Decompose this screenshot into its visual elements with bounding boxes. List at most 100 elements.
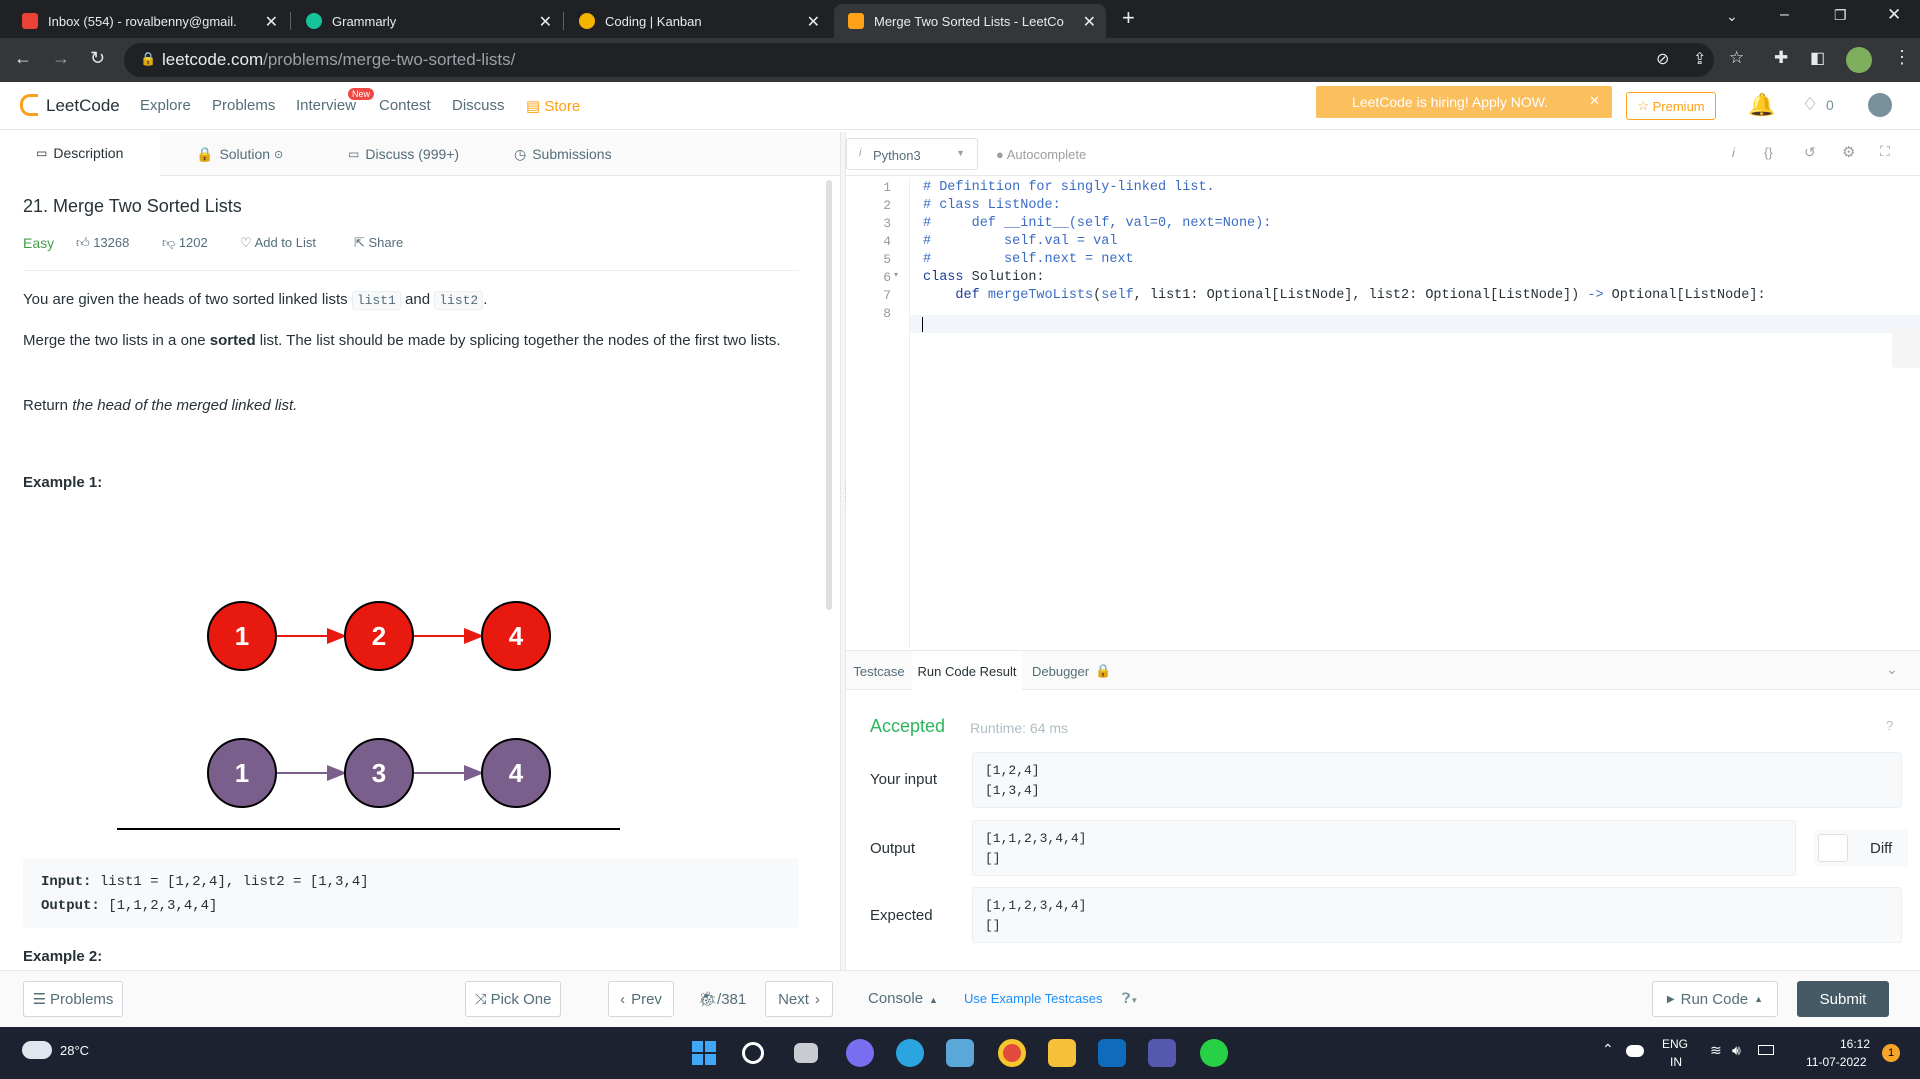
browser-tab-gmail[interactable]: Inbox (554) - rovalbenny@gmail. ✕ (8, 4, 288, 38)
close-icon[interactable]: ✕ (1083, 12, 1096, 32)
edge-icon[interactable] (896, 1039, 924, 1067)
outlook-icon[interactable] (1098, 1039, 1126, 1067)
share-icon[interactable]: ⇪ (1693, 49, 1706, 69)
like-button[interactable]: 👍︎ 13268 (76, 235, 129, 251)
submit-button[interactable]: Submit (1797, 981, 1889, 1017)
nav-contest[interactable]: Contest (379, 97, 431, 114)
tab-testcase[interactable]: Testcase (846, 651, 912, 691)
volume-icon[interactable]: 🔊︎ (1732, 1042, 1741, 1059)
reset-icon[interactable]: ↺ (1804, 144, 1816, 161)
share-button[interactable]: ⇱ Share (354, 235, 403, 251)
run-code-button[interactable]: ▶ Run Code ▲ (1652, 981, 1778, 1017)
nav-problems[interactable]: Problems (212, 97, 275, 114)
eye-slash-icon[interactable]: ⊘ (1656, 49, 1669, 69)
tab-solution[interactable]: 🔒 Solution ⊙ (196, 132, 316, 176)
wifi-icon[interactable]: ≋ (1710, 1042, 1722, 1059)
clock-date[interactable]: 11-07-2022 (1806, 1055, 1867, 1069)
expected-box[interactable]: [1,1,2,3,4,4] [] (972, 887, 1902, 943)
extensions-icon[interactable]: ✚ (1774, 48, 1788, 68)
use-example-testcases-link[interactable]: Use Example Testcases (964, 991, 1103, 1006)
close-icon[interactable]: ✕ (265, 12, 278, 32)
browser-tab-leetcode[interactable]: Merge Two Sorted Lists - LeetCo ✕ (834, 4, 1106, 38)
premium-button[interactable]: ☆ Premium (1626, 92, 1716, 120)
nav-interview[interactable]: Interview (296, 97, 356, 114)
close-window-icon[interactable]: ✕ (1887, 5, 1901, 25)
chrome-icon[interactable] (998, 1039, 1026, 1067)
tab-submissions[interactable]: ◷ Submissions (514, 132, 654, 176)
page-indicator[interactable]: 🐞︎/381 (698, 990, 746, 1008)
photos-icon[interactable] (946, 1039, 974, 1067)
reload-icon[interactable]: ↻ (90, 48, 105, 69)
battery-icon[interactable] (1758, 1045, 1774, 1055)
onedrive-icon[interactable] (1626, 1045, 1644, 1057)
teams-icon[interactable] (1148, 1039, 1176, 1067)
description-scrollbar[interactable] (826, 180, 832, 610)
add-to-list-button[interactable]: ♡ Add to List (240, 235, 316, 251)
chevron-down-icon[interactable]: ⌄ (1886, 661, 1898, 678)
close-icon[interactable]: ✕ (1589, 93, 1600, 109)
tab-run-code-result[interactable]: Run Code Result (912, 651, 1022, 691)
bookmark-star-icon[interactable]: ☆ (1729, 48, 1744, 68)
tab-debugger[interactable]: Debugger 🔒 (1032, 651, 1132, 691)
close-icon[interactable]: ✕ (539, 12, 552, 32)
windows-start-icon[interactable] (690, 1039, 718, 1067)
user-avatar[interactable] (1868, 93, 1892, 117)
new-tab-icon[interactable]: + (1122, 5, 1135, 31)
console-button[interactable]: Console ▲ (868, 990, 938, 1007)
pick-one-button[interactable]: ⤨ Pick One (465, 981, 561, 1017)
search-icon[interactable] (742, 1042, 764, 1064)
file-explorer-icon[interactable] (1048, 1039, 1076, 1067)
forward-icon[interactable]: → (52, 48, 70, 69)
language-select[interactable]: i Python3 ▼ (846, 138, 978, 170)
address-bar[interactable]: 🔒 leetcode.com/problems/merge-two-sorted… (124, 43, 1714, 77)
teams-chat-icon[interactable] (846, 1039, 874, 1067)
restore-icon[interactable]: ❐ (1834, 7, 1847, 24)
output-box[interactable]: [1,1,2,3,4,4] [] (972, 820, 1796, 876)
diff-toggle[interactable]: Diff (1814, 830, 1908, 866)
settings-icon[interactable]: ⚙ (1842, 143, 1855, 161)
video-icon: ⊙ (274, 148, 284, 161)
toggle-switch[interactable] (1818, 834, 1848, 862)
next-button[interactable]: Next › (765, 981, 833, 1017)
help-dropdown[interactable]: ❓︎▼ (1122, 990, 1138, 1007)
prev-button[interactable]: ‹ Prev (608, 981, 674, 1017)
grammarly-icon (306, 13, 322, 29)
chevron-up-icon[interactable]: ⌃ (1602, 1041, 1614, 1058)
fullscreen-icon[interactable]: ⛶ (1880, 143, 1890, 160)
fold-arrow-icon[interactable]: ▾ (894, 270, 898, 279)
clock-time[interactable]: 16:12 (1840, 1037, 1870, 1051)
menu-dots-icon[interactable]: ⋮ (1893, 47, 1911, 68)
language-indicator[interactable]: ENG (1662, 1037, 1688, 1051)
side-tool-tab[interactable] (1892, 328, 1920, 368)
info-icon[interactable]: i (1732, 145, 1735, 160)
hiring-banner[interactable]: LeetCode is hiring! Apply NOW. ✕ (1316, 86, 1612, 118)
tab-search-icon[interactable]: ⌄ (1726, 8, 1738, 25)
notification-bell-icon[interactable]: 🔔 (1748, 92, 1775, 118)
code-editor[interactable]: 1 2 3 4 5 6 7 8 ▾ # Definition for singly-linked… (846, 178, 1920, 648)
task-view-icon[interactable] (794, 1043, 818, 1063)
whatsapp-icon[interactable] (1200, 1039, 1228, 1067)
browser-tab-kanban[interactable]: Coding | Kanban ✕ (565, 4, 830, 38)
back-icon[interactable]: ← (14, 48, 32, 69)
help-icon[interactable]: ? (1886, 718, 1893, 733)
tab-discuss[interactable]: ▭ Discuss (999+) (348, 132, 488, 176)
leetcode-logo-text[interactable]: LeetCode (46, 96, 120, 116)
nav-store[interactable]: ▤ Store (526, 97, 580, 115)
nav-explore[interactable]: Explore (140, 97, 191, 114)
problems-button[interactable]: ☰ Problems (23, 981, 123, 1017)
notification-badge[interactable]: 1 (1882, 1044, 1900, 1062)
weather-cloud-icon[interactable] (22, 1041, 52, 1059)
autocomplete-toggle[interactable]: ● Autocomplete (996, 147, 1086, 162)
your-input-box[interactable]: [1,2,4] [1,3,4] (972, 752, 1902, 808)
dislike-button[interactable]: 👎︎ 1202 (162, 235, 208, 251)
minimize-icon[interactable]: – (1780, 6, 1789, 24)
profile-avatar[interactable] (1846, 47, 1872, 73)
line-number-gutter: 1 2 3 4 5 6 7 8 ▾ (846, 178, 910, 648)
close-icon[interactable]: ✕ (807, 12, 820, 32)
nav-discuss[interactable]: Discuss (452, 97, 505, 114)
browser-tab-grammarly[interactable]: Grammarly ✕ (292, 4, 562, 38)
leetcode-logo-icon[interactable] (20, 94, 38, 116)
tab-description[interactable]: ▭ Description (0, 132, 160, 176)
braces-icon[interactable]: {} (1764, 145, 1773, 160)
side-panel-icon[interactable]: ◧ (1810, 48, 1825, 68)
